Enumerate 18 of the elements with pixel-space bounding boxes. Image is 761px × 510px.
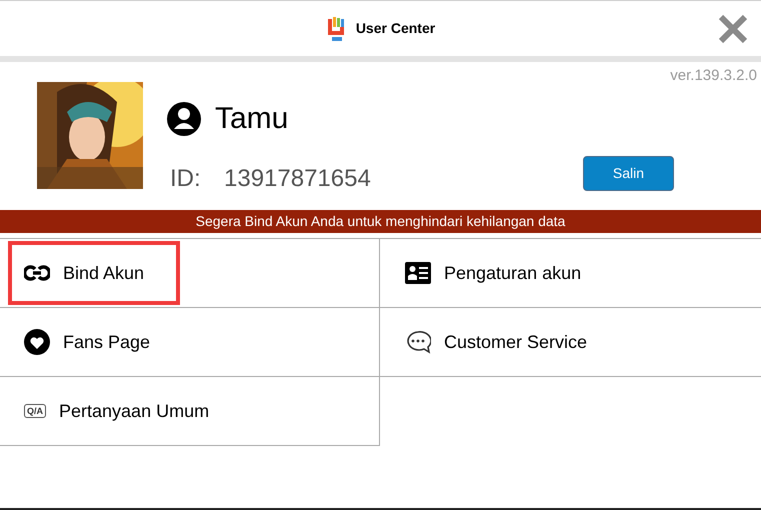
- user-icon: [167, 102, 201, 136]
- menu-item[interactable]: Bind Akun: [12, 245, 176, 301]
- version-label: ver.139.3.2.0: [670, 66, 757, 86]
- chat-bubble-icon: [405, 330, 431, 354]
- menu-item[interactable]: Customer Service: [405, 314, 588, 370]
- menu-item[interactable]: Fans Page: [24, 314, 150, 370]
- id-label: ID:: [170, 164, 201, 194]
- warning-banner: Segera Bind Akun Anda untuk menghindari kehilangan data: [0, 210, 761, 233]
- close-icon[interactable]: [718, 14, 748, 44]
- id-card-icon: [405, 262, 431, 284]
- link-icon: [24, 264, 50, 282]
- menu-item[interactable]: Pengaturan akun: [405, 245, 582, 301]
- qa-icon: Q/A: [24, 404, 46, 418]
- user-id: 13917871654: [224, 164, 371, 194]
- menu-item[interactable]: Q/A Pertanyaan Umum: [24, 383, 210, 439]
- user-name: Tamu: [215, 101, 288, 137]
- copy-button[interactable]: Salin: [583, 156, 674, 191]
- window-title: User Center: [356, 19, 436, 38]
